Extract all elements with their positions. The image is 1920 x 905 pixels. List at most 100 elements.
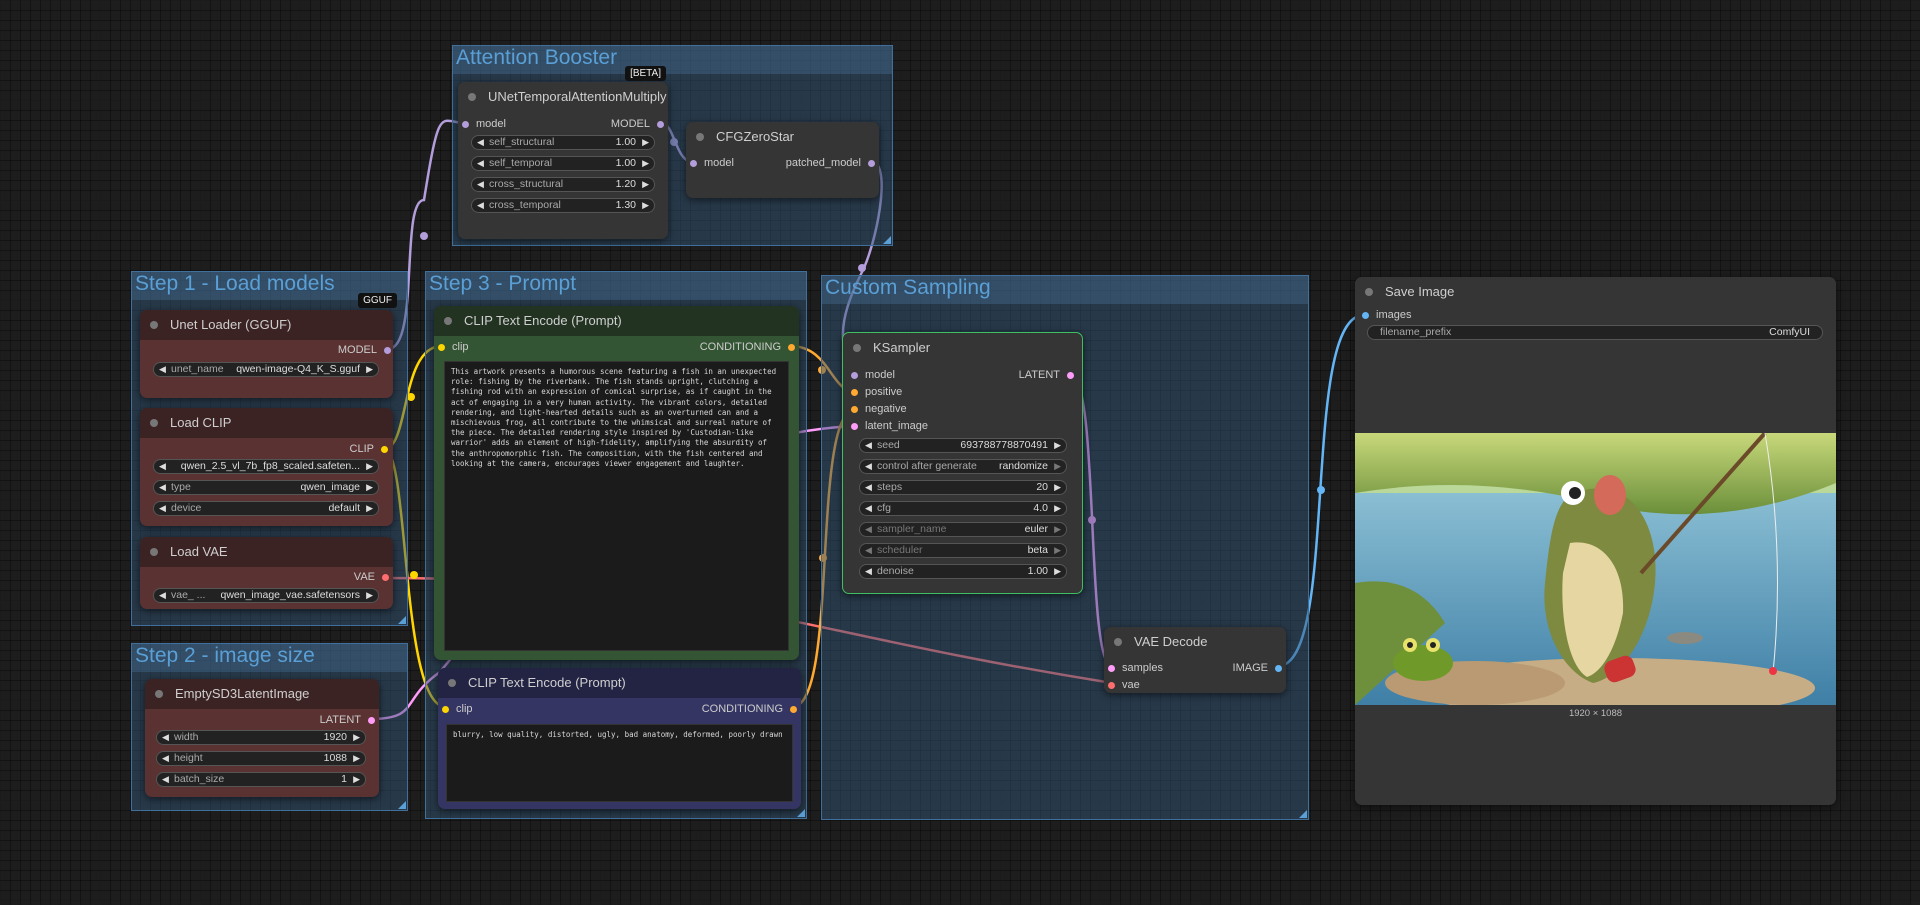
output-conditioning[interactable]: CONDITIONING (702, 703, 797, 715)
node-title-text: CLIP Text Encode (Prompt) (464, 313, 622, 328)
output-conditioning[interactable]: CONDITIONING (700, 341, 795, 353)
collapse-dot[interactable] (853, 344, 861, 352)
collapse-dot[interactable] (155, 690, 163, 698)
node-clip-text-encode-positive[interactable]: CLIP Text Encode (Prompt) clip CONDITION… (434, 306, 799, 660)
collapse-dot[interactable] (444, 317, 452, 325)
widget-vae-name[interactable]: ◀ vae_ ... qwen_image_vae.safetensors ▶ (153, 588, 379, 603)
widget-unet-name[interactable]: ◀ unet_name qwen-image-Q4_K_S.gguf ▶ (153, 362, 379, 377)
input-model[interactable]: model (462, 118, 506, 130)
node-title[interactable]: VAE Decode (1104, 627, 1286, 657)
fish-fishing-image (1355, 433, 1836, 705)
node-ksampler[interactable]: KSampler model LATENT positive negative … (842, 332, 1083, 594)
output-vae[interactable]: VAE (354, 571, 389, 583)
input-images[interactable]: images (1362, 309, 1411, 321)
node-vae-decode[interactable]: VAE Decode samples IMAGE vae (1104, 627, 1286, 693)
node-unet-temporal-attention-multiply[interactable]: UNetTemporalAttentionMultiply [BETA] mod… (458, 66, 668, 239)
widget-cfg[interactable]: ◀ cfg 4.0 ▶ (859, 501, 1067, 516)
node-title-text: CLIP Text Encode (Prompt) (468, 675, 626, 690)
node-load-vae[interactable]: Load VAE VAE ◀ vae_ ... qwen_image_vae.saf… (140, 537, 393, 609)
resize-handle[interactable] (797, 809, 805, 817)
input-vae[interactable]: vae (1108, 679, 1140, 691)
node-title[interactable]: CFGZeroStar (686, 122, 879, 152)
output-clip[interactable]: CLIP (350, 443, 388, 455)
output-latent[interactable]: LATENT (1019, 369, 1074, 381)
node-title[interactable]: KSampler (843, 333, 1082, 363)
widget-height[interactable]: ◀ height 1088 ▶ (156, 751, 366, 766)
collapse-dot[interactable] (1365, 288, 1373, 296)
node-title[interactable]: UNetTemporalAttentionMultiply (458, 82, 668, 112)
node-title[interactable]: EmptySD3LatentImage (145, 679, 379, 709)
input-clip[interactable]: clip (442, 703, 473, 715)
widget-type[interactable]: ◀ type qwen_image ▶ (153, 480, 379, 495)
beta-badge: [BETA] (625, 66, 666, 81)
node-title[interactable]: Unet Loader (GGUF) (140, 310, 393, 340)
collapse-dot[interactable] (468, 93, 476, 101)
resize-handle[interactable] (398, 801, 406, 809)
node-title-text: EmptySD3LatentImage (175, 686, 310, 701)
node-cfg-zero-star[interactable]: CFGZeroStar model patched_model (686, 122, 879, 198)
node-empty-sd3-latent-image[interactable]: EmptySD3LatentImage LATENT ◀ width 1920 ▶ ◀… (145, 679, 379, 797)
group-title: Attention Booster (456, 46, 618, 69)
widget-self-temporal[interactable]: ◀ self_temporal 1.00 ▶ (471, 156, 655, 171)
collapse-dot[interactable] (448, 679, 456, 687)
node-title[interactable]: Save Image (1355, 277, 1836, 307)
widget-seed[interactable]: ◀ seed 693788778870491 ▶ (859, 438, 1067, 453)
input-negative[interactable]: negative (851, 403, 907, 415)
widget-width[interactable]: ◀ width 1920 ▶ (156, 730, 366, 745)
widget-steps[interactable]: ◀ steps 20 ▶ (859, 480, 1067, 495)
resize-handle[interactable] (1299, 810, 1307, 818)
output-latent[interactable]: LATENT (320, 714, 375, 726)
node-title-text: Unet Loader (GGUF) (170, 317, 292, 332)
node-title-text: Load VAE (170, 544, 228, 559)
collapse-dot[interactable] (150, 419, 158, 427)
widget-scheduler[interactable]: ◀ scheduler beta ▶ (859, 543, 1067, 558)
node-title-text: VAE Decode (1134, 634, 1208, 649)
group-title: Step 3 - Prompt (429, 272, 577, 295)
gguf-badge: GGUF (358, 293, 397, 308)
collapse-dot[interactable] (1114, 638, 1122, 646)
negative-prompt-textarea[interactable]: blurry, low quality, distorted, ugly, ba… (446, 724, 793, 802)
node-title-text: CFGZeroStar (716, 129, 795, 144)
widget-clip-name[interactable]: ◀ qwen_2.5_vl_7b_fp8_scaled.safeten... ▶ (153, 459, 379, 474)
output-image[interactable]: IMAGE (1233, 662, 1282, 674)
widget-device[interactable]: ◀ device default ▶ (153, 501, 379, 516)
collapse-dot[interactable] (150, 321, 158, 329)
widget-self-structural[interactable]: ◀ self_structural 1.00 ▶ (471, 135, 655, 150)
image-dimensions-caption: 1920 × 1088 (1568, 708, 1623, 719)
group-title: Step 2 - image size (135, 644, 315, 667)
widget-cross-temporal[interactable]: ◀ cross_temporal 1.30 ▶ (471, 198, 655, 213)
collapse-dot[interactable] (150, 548, 158, 556)
resize-handle[interactable] (883, 236, 891, 244)
node-load-clip[interactable]: Load CLIP CLIP ◀ qwen_2.5_vl_7b_fp8_scale… (140, 408, 393, 526)
node-title[interactable]: CLIP Text Encode (Prompt) (434, 306, 799, 336)
input-positive[interactable]: positive (851, 386, 902, 398)
input-samples[interactable]: samples (1108, 662, 1163, 674)
input-clip[interactable]: clip (438, 341, 469, 353)
output-model[interactable]: MODEL (338, 344, 391, 356)
prompt-textarea[interactable]: This artwork presents a humorous scene f… (444, 361, 789, 651)
resize-handle[interactable] (398, 616, 406, 624)
output-model[interactable]: MODEL (611, 118, 664, 130)
widget-control-after-generate[interactable]: ◀ control after generate randomize ▶ (859, 459, 1067, 474)
widget-sampler-name[interactable]: ◀ sampler_name euler ▶ (859, 522, 1067, 537)
generated-image-preview[interactable] (1355, 433, 1836, 705)
output-patched-model[interactable]: patched_model (786, 157, 875, 169)
node-clip-text-encode-negative[interactable]: CLIP Text Encode (Prompt) clip CONDITION… (438, 668, 801, 809)
input-model[interactable]: model (851, 369, 895, 381)
node-title-text: Save Image (1385, 284, 1455, 299)
group-title: Custom Sampling (825, 276, 991, 299)
group-title: Step 1 - Load models (135, 272, 335, 295)
input-model[interactable]: model (690, 157, 734, 169)
node-title[interactable]: Load CLIP (140, 408, 393, 438)
collapse-dot[interactable] (696, 133, 704, 141)
node-title-text: KSampler (873, 340, 931, 355)
widget-filename-prefix[interactable]: filename_prefix ComfyUI (1367, 325, 1823, 340)
widget-batch-size[interactable]: ◀ batch_size 1 ▶ (156, 772, 366, 787)
node-save-image[interactable]: Save Image images filename_prefix ComfyUI (1355, 277, 1836, 805)
node-unet-loader-gguf[interactable]: Unet Loader (GGUF) GGUF MODEL ◀ unet_name… (140, 293, 397, 398)
input-latent-image[interactable]: latent_image (851, 420, 928, 432)
node-title[interactable]: Load VAE (140, 537, 393, 567)
widget-denoise[interactable]: ◀ denoise 1.00 ▶ (859, 564, 1067, 579)
node-title[interactable]: CLIP Text Encode (Prompt) (438, 668, 801, 698)
widget-cross-structural[interactable]: ◀ cross_structural 1.20 ▶ (471, 177, 655, 192)
